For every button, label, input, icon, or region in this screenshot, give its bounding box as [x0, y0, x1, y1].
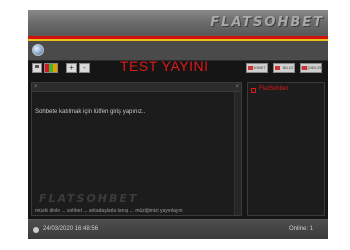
status-bar: 24/03/2020 16:48:56 Online: 1 [28, 219, 328, 239]
zoom-in-button[interactable]: + [66, 63, 77, 73]
watermark-logo: FLATSOHBET [39, 192, 139, 205]
zoom-out-icon: - [83, 63, 86, 72]
chat-panel: × × Sohbete katılmak için lütfen giriş y… [31, 82, 242, 216]
user-icon [251, 88, 256, 93]
zoom-in-icon: + [69, 63, 74, 72]
zoom-out-button[interactable]: - [79, 63, 90, 73]
tab-sohbet[interactable]: SOHBET [246, 63, 268, 73]
close-icon[interactable]: × [235, 83, 239, 91]
marquee-text: müzik dinle ... sohbet ... arkadaşlarla … [35, 208, 183, 214]
chat-app-window: FLATSOHBET + - TEST YAYINI SOHBET BİLGİ … [28, 10, 328, 239]
color-palette-button[interactable] [44, 63, 58, 73]
datetime-text: 24/03/2020 16:48:56 [43, 226, 99, 232]
chat-message: Sohbete katılmak için lütfen giriş yapın… [35, 109, 146, 115]
tab-bilgi[interactable]: BİLGİ [273, 63, 295, 73]
tab-secmeler[interactable]: SEÇMELER [300, 63, 323, 73]
user-name: FlatSohbet [259, 86, 289, 92]
close-icon[interactable]: × [34, 83, 38, 91]
brand-logo: FLATSOHBET [210, 15, 324, 30]
header-bar: FLATSOHBET [28, 10, 328, 36]
online-count: Online: 1 [288, 226, 313, 232]
globe-icon[interactable] [32, 44, 44, 56]
user-list-panel: FlatSohbet [247, 82, 325, 216]
chat-scrollbar[interactable] [234, 92, 241, 215]
clock-icon [33, 227, 39, 233]
chat-panel-header: × × [32, 83, 241, 92]
save-button[interactable] [32, 63, 42, 73]
page-title: TEST YAYINI [120, 58, 209, 74]
